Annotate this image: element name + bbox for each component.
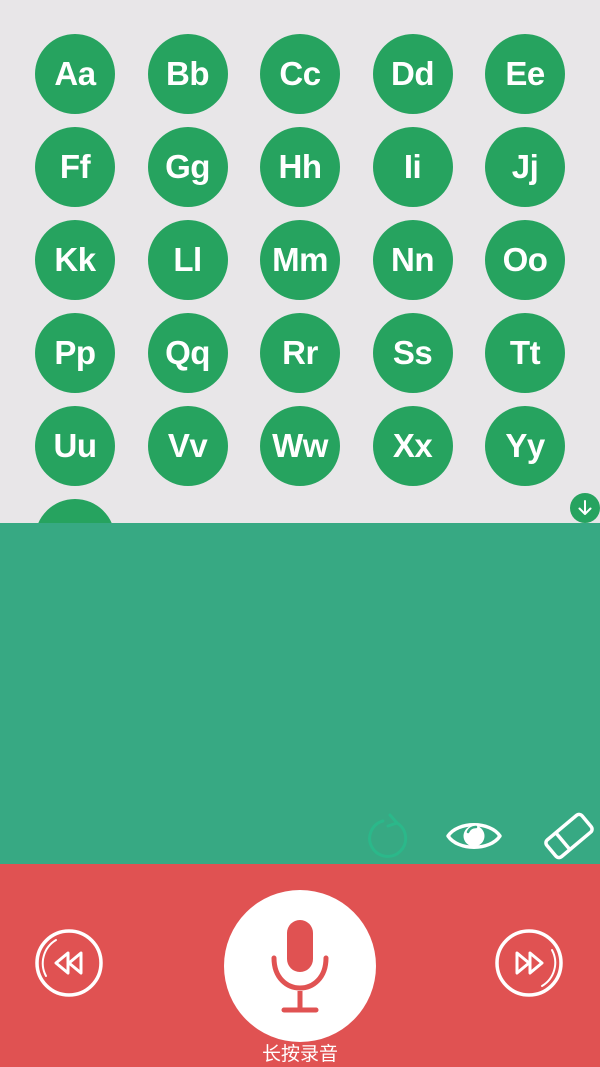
letter-button-s[interactable]: Ss	[372, 313, 453, 393]
letter-button-r[interactable]: Rr	[260, 313, 340, 393]
eraser-button[interactable]	[538, 806, 600, 866]
letter-button-m[interactable]: Mm	[260, 220, 340, 300]
letter-button-c[interactable]: Cc	[260, 34, 340, 114]
record-button[interactable]	[224, 890, 376, 1042]
letter-button-n[interactable]: Nn	[372, 220, 453, 300]
letter-button-j[interactable]: Jj	[485, 127, 565, 207]
letter-button-k[interactable]: Kk	[35, 220, 115, 300]
refresh-icon	[368, 813, 408, 858]
letter-button-q[interactable]: Qq	[147, 313, 228, 393]
record-hint-label: 长按录音	[261, 1043, 338, 1065]
letter-button-i[interactable]: Ii	[372, 127, 453, 207]
letter-button-p[interactable]: Pp	[35, 313, 115, 393]
letter-button-w[interactable]: Ww	[260, 406, 340, 486]
microphone-icon	[271, 920, 329, 1013]
letter-button-f[interactable]: Ff	[35, 127, 115, 207]
letter-button-d[interactable]: Dd	[372, 34, 453, 114]
letter-button-h[interactable]: Hh	[260, 127, 340, 207]
eraser-icon	[544, 812, 594, 860]
refresh-button[interactable]	[365, 806, 415, 866]
letter-button-x[interactable]: Xx	[372, 406, 453, 486]
rewind-icon	[35, 929, 103, 997]
board-toolbar	[360, 806, 600, 866]
fast-forward-icon	[495, 929, 563, 997]
letter-button-z[interactable]: Zz	[35, 499, 115, 523]
previous-letter-button[interactable]	[34, 928, 104, 998]
letter-button-t[interactable]: Tt	[485, 313, 565, 393]
letter-grid: Aa Bb Cc Dd Ee Ff Gg Hh Ii Jj Kk Ll Mm Nn Oo Pp Qq Rr Ss Tt…	[35, 34, 565, 523]
eye-icon	[446, 823, 502, 849]
letter-button-b[interactable]: Bb	[147, 34, 228, 114]
drawing-board[interactable]	[0, 523, 600, 864]
letter-button-e[interactable]: Ee	[485, 34, 565, 114]
next-letter-button[interactable]	[494, 928, 564, 998]
letter-button-a[interactable]: Aa	[35, 34, 115, 114]
show-letter-button[interactable]	[442, 806, 506, 866]
scroll-down-button[interactable]	[570, 493, 600, 523]
letter-button-y[interactable]: Yy	[485, 406, 565, 486]
letter-button-u[interactable]: Uu	[35, 406, 115, 486]
arrow-down-icon	[578, 500, 592, 515]
letter-button-o[interactable]: Oo	[485, 220, 565, 300]
letter-button-g[interactable]: Gg	[147, 127, 228, 207]
letter-button-l[interactable]: Ll	[147, 220, 228, 300]
letters-panel: Aa Bb Cc Dd Ee Ff Gg Hh Ii Jj Kk Ll Mm Nn Oo Pp Qq Rr Ss Tt…	[0, 0, 600, 523]
playback-controls: 长按录音	[0, 864, 600, 1067]
letter-button-v[interactable]: Vv	[147, 406, 228, 486]
